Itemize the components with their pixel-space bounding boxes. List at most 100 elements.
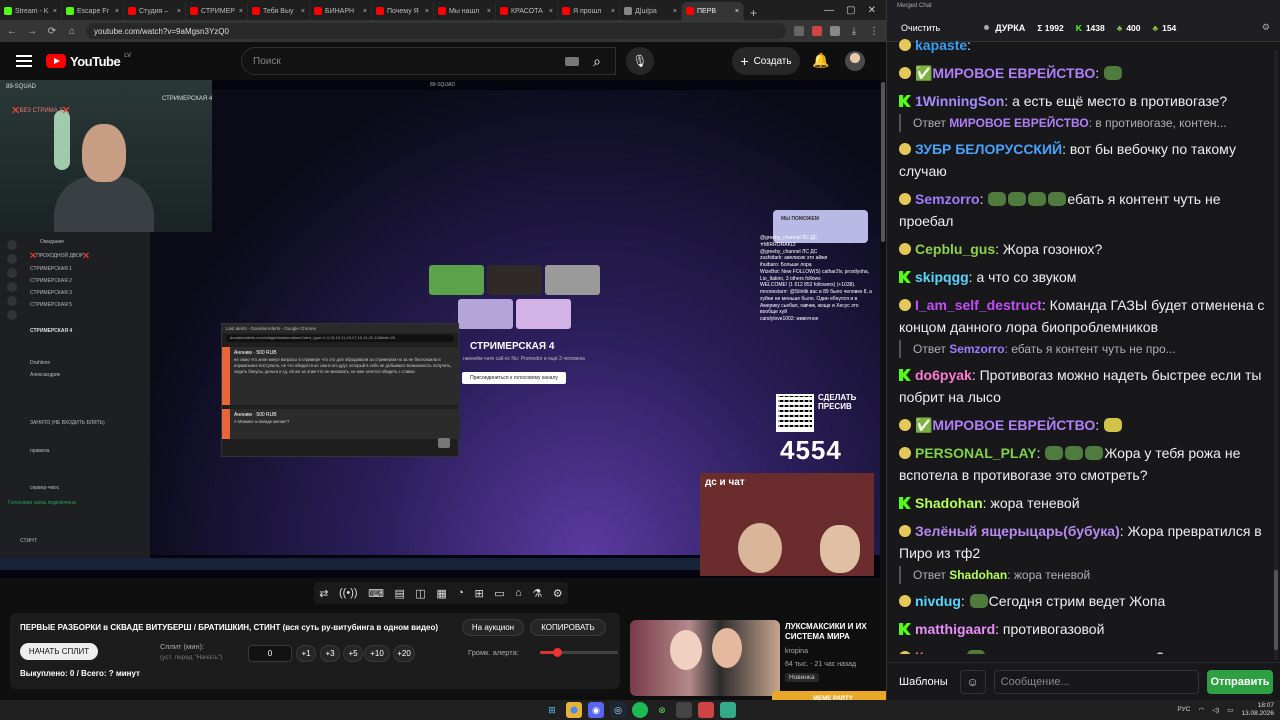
reload-icon[interactable]: ⟳: [46, 26, 58, 37]
split-step-button[interactable]: +10: [364, 645, 390, 662]
extension-icon[interactable]: [812, 26, 822, 36]
browser-tab[interactable]: Студия – ×: [124, 2, 186, 20]
download-icon[interactable]: ⤓: [848, 26, 860, 37]
alert-volume-slider[interactable]: [540, 648, 618, 657]
new-tab-button[interactable]: +: [744, 6, 763, 20]
start-split-button[interactable]: НАЧАТЬ СПЛИТ: [20, 643, 98, 660]
back-icon[interactable]: ←: [6, 26, 18, 37]
search-input[interactable]: Поиск: [241, 47, 616, 75]
chat-nick[interactable]: Shadohan: [915, 495, 983, 511]
tab-close-icon[interactable]: ×: [673, 8, 677, 15]
chat-nick[interactable]: Semzorro: [915, 191, 980, 207]
chrome-icon[interactable]: [566, 702, 582, 718]
forward-icon[interactable]: →: [26, 26, 38, 37]
address-bar[interactable]: youtube.com/watch?v=9aMgsn3YzQ0: [86, 23, 786, 39]
chat-nick[interactable]: 1WinningSon: [915, 93, 1004, 109]
extension-tool-icon[interactable]: ◫: [415, 587, 425, 600]
scrollbar-thumb[interactable]: [1274, 570, 1278, 650]
home-icon[interactable]: ⌂: [66, 26, 78, 37]
spotify-icon[interactable]: [632, 702, 648, 718]
tab-close-icon[interactable]: ×: [487, 8, 491, 15]
avatar[interactable]: [845, 51, 865, 71]
chat-nick[interactable]: ЗУБР БЕЛОРУССКИЙ: [915, 141, 1062, 157]
auction-button[interactable]: На аукцион: [462, 619, 524, 636]
browser-tab[interactable]: Д|ш|ра ×: [620, 2, 682, 20]
chat-nick[interactable]: matthigaard: [915, 621, 995, 637]
slider-knob[interactable]: [553, 648, 563, 657]
chat-nick[interactable]: Килла: [915, 649, 958, 654]
volume-icon[interactable]: ◁): [1212, 706, 1219, 714]
chat-nick[interactable]: Cepblu_gus: [915, 241, 995, 257]
extension-tool-icon[interactable]: ((•)): [339, 587, 358, 599]
scrollbar-thumb[interactable]: [881, 82, 885, 242]
settings-icon[interactable]: ⚙: [1262, 22, 1270, 33]
wifi-icon[interactable]: ◠: [1198, 706, 1204, 714]
chat-nick[interactable]: I_am_self_destruct: [915, 297, 1042, 313]
browser-tab[interactable]: Тебя Выу ×: [248, 2, 310, 20]
discord-icon[interactable]: ◉: [588, 702, 604, 718]
tab-close-icon[interactable]: ×: [611, 8, 615, 15]
split-step-button[interactable]: +20: [393, 645, 415, 662]
extension-tool-icon[interactable]: ⚙: [553, 587, 563, 600]
tab-close-icon[interactable]: ×: [53, 8, 57, 15]
microphone-icon[interactable]: 🎙: [626, 47, 654, 75]
extension-tool-icon[interactable]: ⊞: [474, 587, 483, 600]
youtube-logo[interactable]: YouTube LV: [46, 53, 131, 69]
extension-tool-icon[interactable]: ▦: [436, 587, 446, 600]
start-icon[interactable]: ⊞: [544, 702, 560, 718]
extension-tool-icon[interactable]: ⌨: [368, 587, 384, 600]
tab-close-icon[interactable]: ×: [301, 8, 305, 15]
extension-tool-icon[interactable]: ▭: [494, 587, 504, 600]
chat-nick[interactable]: kapaste: [915, 37, 967, 53]
split-step-button[interactable]: +5: [343, 645, 363, 662]
recommended-channel[interactable]: kropina: [785, 648, 808, 655]
chat-nick[interactable]: ✅МИРОВОЕ ЕВРЕЙСТВО: [915, 417, 1095, 433]
close-icon[interactable]: ✕: [868, 5, 876, 16]
clock[interactable]: 18:07 13.08.2026: [1241, 702, 1274, 718]
tab-close-icon[interactable]: ×: [363, 8, 367, 15]
tab-close-icon[interactable]: ×: [115, 8, 119, 15]
browser-tab[interactable]: Я прошл ×: [558, 2, 620, 20]
create-button[interactable]: + Создать: [732, 47, 800, 75]
chat-nick[interactable]: do6pyak: [915, 367, 972, 383]
recommended-title[interactable]: ЛУКСМАКСИКИ И ИХ СИСТЕМА МИРА: [785, 622, 880, 643]
browser-tab[interactable]: Escape Fr ×: [62, 2, 124, 20]
video-player[interactable]: 89-SQUAD Ожидание ❌ПРОХОДНОЙ ДВОР❌ СТРИМЕР…: [0, 80, 880, 578]
keyboard-icon[interactable]: [565, 57, 579, 66]
minimize-icon[interactable]: —: [824, 5, 834, 16]
extension-tool-icon[interactable]: ⌂: [515, 587, 522, 599]
tab-close-icon[interactable]: ×: [177, 8, 181, 15]
recommended-thumbnail[interactable]: [630, 620, 780, 696]
language-indicator[interactable]: РУС: [1177, 706, 1190, 713]
app-icon[interactable]: [698, 702, 714, 718]
battery-icon[interactable]: ▭: [1227, 706, 1233, 714]
app-icon[interactable]: [676, 702, 692, 718]
tab-close-icon[interactable]: ×: [549, 8, 553, 15]
browser-tab[interactable]: Почему Я ×: [372, 2, 434, 20]
chat-scrollbar[interactable]: [1274, 50, 1278, 660]
search-icon[interactable]: ⌕: [578, 47, 616, 75]
browser-tab[interactable]: ПЕРВ ×: [682, 2, 744, 20]
menu-icon[interactable]: ⋮: [868, 26, 880, 37]
message-input[interactable]: Сообщение...: [993, 669, 1199, 694]
extension-tool-icon[interactable]: ⚗: [532, 587, 542, 600]
extension-icon[interactable]: [830, 26, 840, 36]
chat-nick[interactable]: skipqgg: [915, 269, 969, 285]
browser-tab[interactable]: СТРИМЕР ×: [186, 2, 248, 20]
maximize-icon[interactable]: ▢: [846, 5, 855, 16]
chat-nick[interactable]: ✅МИРОВОЕ ЕВРЕЙСТВО: [915, 65, 1095, 81]
app-icon[interactable]: [720, 702, 736, 718]
steam-icon[interactable]: ◎: [610, 702, 626, 718]
split-step-button[interactable]: +1: [296, 645, 316, 662]
extension-tool-icon[interactable]: ▤: [394, 587, 404, 600]
chat-nick[interactable]: Зелёный ящерыцарь(бубука): [915, 523, 1120, 539]
browser-tab[interactable]: Stream - K ×: [0, 2, 62, 20]
chat-nick[interactable]: nivdug: [915, 593, 961, 609]
split-step-button[interactable]: +3: [320, 645, 340, 662]
tab-close-icon[interactable]: ×: [239, 8, 243, 15]
browser-tab[interactable]: БИНАРН ×: [310, 2, 372, 20]
tab-close-icon[interactable]: ×: [425, 8, 429, 15]
xbox-icon[interactable]: ⊗: [654, 702, 670, 718]
emoji-icon[interactable]: ☺: [959, 669, 986, 694]
bell-icon[interactable]: 🔔: [812, 52, 829, 69]
